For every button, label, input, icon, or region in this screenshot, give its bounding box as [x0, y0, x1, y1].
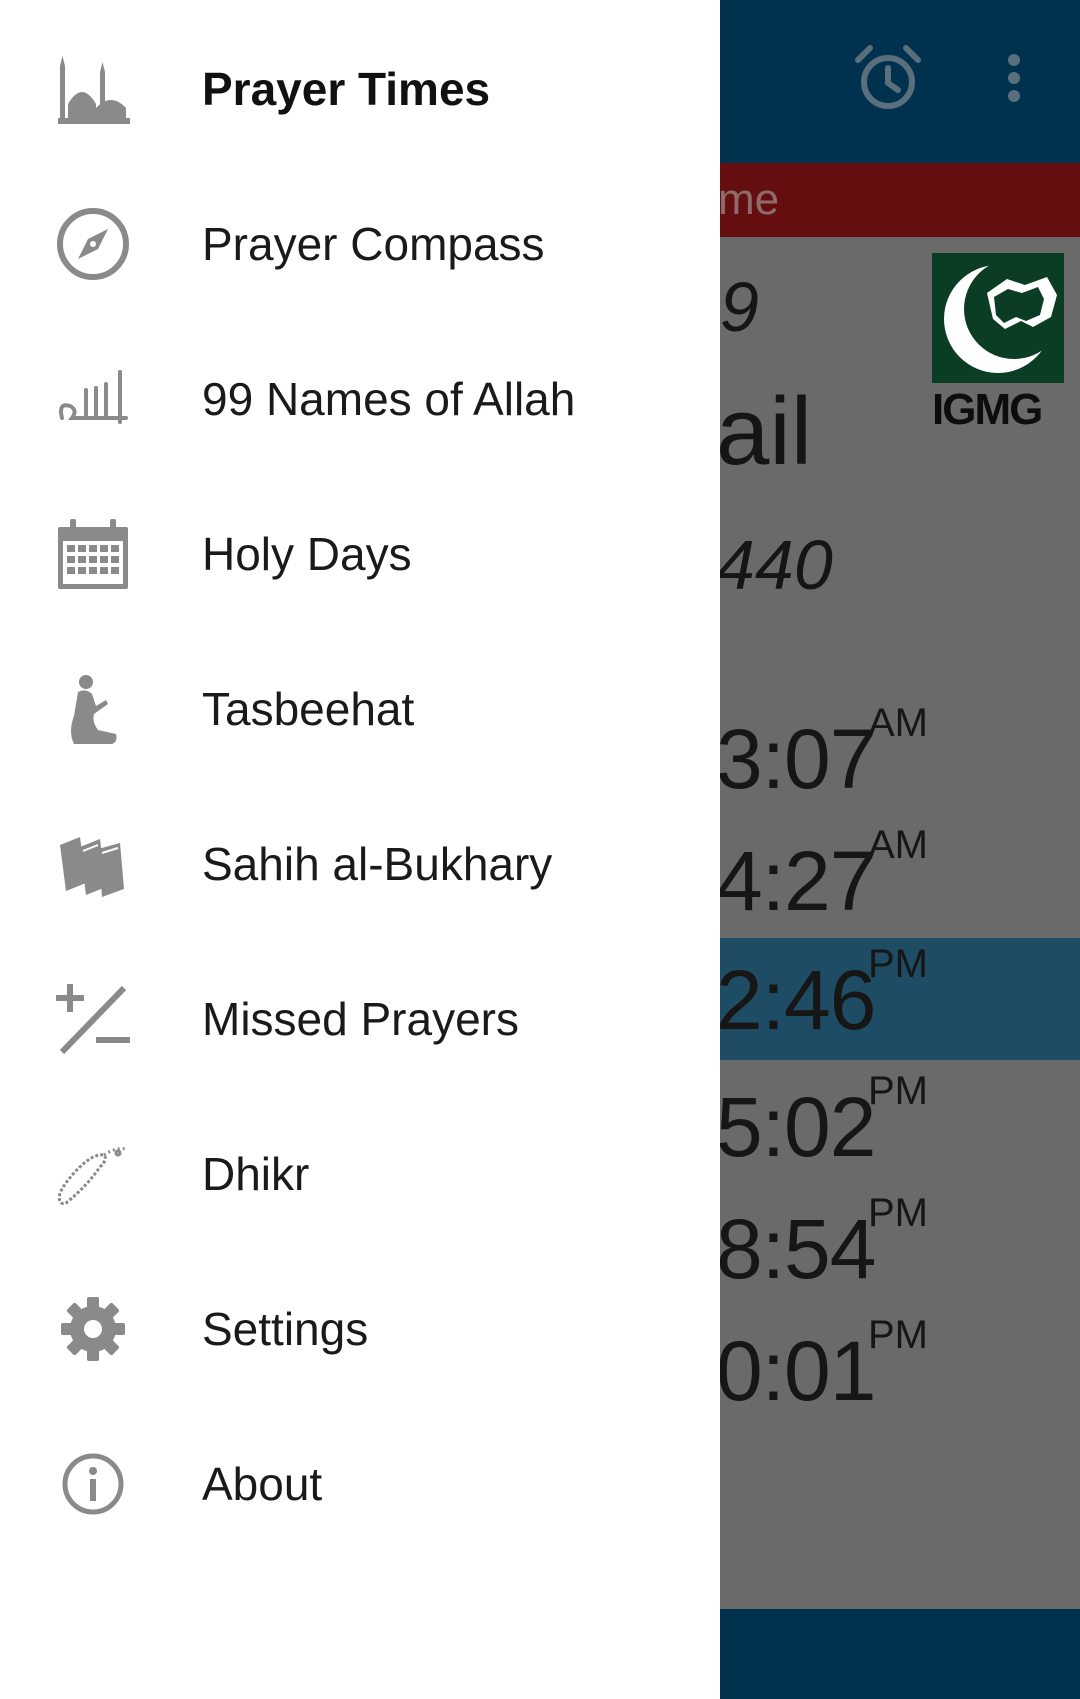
nav-item-holy-days[interactable]: Holy Days: [0, 477, 720, 632]
prayer-time: 5:02: [716, 1080, 876, 1174]
logo-text: IGMG: [932, 385, 1043, 434]
compass-icon: [56, 207, 130, 281]
nav-item-label: Prayer Compass: [202, 218, 545, 270]
banner-text: me: [718, 175, 780, 224]
prayer-period: PM: [868, 1313, 928, 1357]
nav-item-label: Sahih al-Bukhary: [202, 838, 553, 890]
nav-item-sahih-al-bukhary[interactable]: Sahih al-Bukhary: [0, 787, 720, 942]
prayer-period: AM: [868, 701, 928, 745]
nav-item-missed-prayers[interactable]: Missed Prayers: [0, 942, 720, 1097]
prayer-period: PM: [868, 1069, 928, 1113]
prayer-time: 3:07: [716, 712, 876, 806]
praying-person-icon: [56, 672, 130, 746]
nav-item-label: Dhikr: [202, 1148, 310, 1200]
navigation-drawer: Prayer Times Prayer Compass 99 Names of …: [0, 0, 720, 1699]
mosque-icon: [56, 52, 130, 126]
nav-item-label: Tasbeehat: [202, 683, 415, 735]
prayer-period: PM: [868, 942, 928, 986]
nav-item-about[interactable]: About: [0, 1407, 720, 1562]
nav-item-label: 99 Names of Allah: [202, 373, 576, 425]
nav-item-dhikr[interactable]: Dhikr: [0, 1097, 720, 1252]
alarm-clock-icon[interactable]: [848, 38, 928, 118]
info-icon: [56, 1447, 130, 1521]
city-name: ail: [716, 378, 813, 485]
nav-item-label: Holy Days: [202, 528, 412, 580]
nav-item-tasbeehat[interactable]: Tasbeehat: [0, 632, 720, 787]
gear-icon: [56, 1292, 130, 1366]
nav-item-label: Prayer Times: [202, 63, 491, 115]
igmg-logo: IGMG: [932, 253, 1066, 434]
nav-item-prayer-compass[interactable]: Prayer Compass: [0, 167, 720, 322]
allah-calligraphy-icon: [56, 362, 130, 436]
prayer-period: AM: [868, 823, 928, 867]
prayer-beads-icon: [56, 1137, 130, 1211]
nav-item-label: Missed Prayers: [202, 993, 519, 1045]
calendar-icon: [56, 517, 130, 591]
plus-minus-icon: [56, 982, 130, 1056]
prayer-time: 8:54: [716, 1202, 876, 1296]
hijri-date: 440: [716, 526, 833, 604]
prayer-period: PM: [868, 1191, 928, 1235]
nav-item-settings[interactable]: Settings: [0, 1252, 720, 1407]
books-icon: [56, 827, 130, 901]
gregorian-date: 9: [720, 268, 759, 346]
nav-item-99-names[interactable]: 99 Names of Allah: [0, 322, 720, 477]
more-vert-icon[interactable]: [974, 38, 1054, 118]
nav-item-label: Settings: [202, 1303, 369, 1355]
nav-item-prayer-times[interactable]: Prayer Times: [0, 12, 720, 167]
prayer-time: 4:27: [716, 834, 876, 928]
nav-item-label: About: [202, 1458, 323, 1510]
prayer-time: 0:01: [716, 1324, 876, 1418]
prayer-time: 2:46: [716, 953, 876, 1047]
